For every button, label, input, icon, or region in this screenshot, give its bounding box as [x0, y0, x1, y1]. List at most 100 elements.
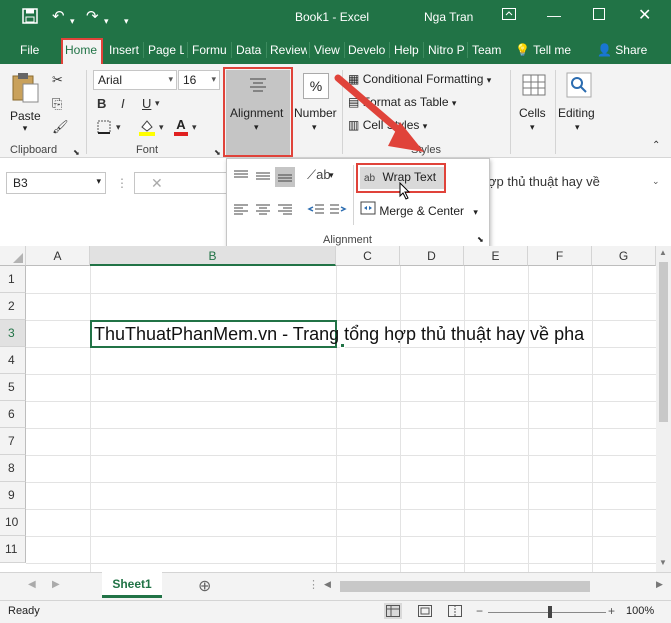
tab-review[interactable]: Review — [270, 43, 307, 57]
middle-align-icon[interactable] — [255, 169, 271, 186]
merge-center-button[interactable]: Merge & Center ▾ — [360, 201, 478, 218]
formula-input[interactable]: ợp thủ thuật hay về — [488, 174, 658, 189]
sheet-prev-icon[interactable]: ◀ — [28, 579, 36, 590]
save-icon[interactable] — [22, 8, 38, 29]
hscroll-left-icon[interactable]: ◀ — [324, 579, 331, 590]
redo-icon[interactable]: ↷ — [86, 8, 99, 26]
tab-developer[interactable]: Develo — [348, 43, 386, 57]
tab-help[interactable]: Help — [394, 43, 420, 57]
font-size-combo[interactable]: 16 ▾ — [178, 70, 220, 90]
row-header-5[interactable]: 5 — [0, 374, 26, 401]
tab-page-layout[interactable]: Page L — [148, 43, 184, 57]
sheet-next-icon[interactable]: ▶ — [52, 579, 60, 590]
align-left-icon[interactable] — [233, 203, 249, 220]
page-break-view-icon[interactable] — [448, 605, 462, 620]
row-header-4[interactable]: 4 — [0, 347, 26, 374]
row-header-6[interactable]: 6 — [0, 401, 26, 428]
undo-dropdown-icon[interactable]: ▾ — [70, 12, 75, 30]
font-color-dropdown-icon[interactable]: ▾ — [192, 122, 197, 133]
align-right-icon[interactable] — [277, 203, 293, 220]
scroll-down-icon[interactable]: ▼ — [659, 558, 667, 567]
undo-icon[interactable]: ↶ — [52, 8, 65, 26]
alignment-launcher-icon[interactable]: ⬊ — [477, 235, 484, 244]
borders-dropdown-icon[interactable]: ▾ — [116, 122, 121, 133]
zoom-level[interactable]: 100% — [626, 605, 654, 617]
vertical-scroll-thumb[interactable] — [659, 262, 668, 422]
minimize-icon[interactable]: — — [547, 7, 561, 23]
maximize-icon[interactable] — [593, 7, 605, 23]
row-header-11[interactable]: 11 — [0, 536, 26, 563]
name-box[interactable]: B3 ▾ — [6, 172, 106, 194]
column-header-a[interactable]: A — [26, 246, 90, 266]
cut-icon[interactable]: ✂ — [52, 72, 63, 88]
zoom-slider-thumb[interactable] — [548, 606, 552, 618]
orientation-dropdown-icon[interactable]: ▾ — [329, 170, 334, 181]
paste-button[interactable]: Paste ▾ — [10, 72, 44, 134]
cancel-icon[interactable]: ✕ — [151, 175, 163, 192]
user-name[interactable]: Nga Tran — [424, 10, 473, 24]
row-header-2[interactable]: 2 — [0, 293, 26, 320]
tell-me-search[interactable]: 💡 Tell me — [515, 43, 571, 57]
tab-view[interactable]: View — [314, 43, 341, 57]
collapse-ribbon-icon[interactable]: ⌃ — [652, 140, 660, 151]
sheet-tab-sheet1[interactable]: Sheet1 — [102, 572, 162, 598]
top-align-icon[interactable] — [233, 169, 249, 186]
vertical-scrollbar[interactable]: ▲ ▼ — [656, 246, 671, 572]
orientation-icon[interactable]: ⟋ab — [307, 167, 331, 183]
select-all-corner[interactable] — [0, 246, 26, 266]
hscroll-right-icon[interactable]: ▶ — [656, 579, 663, 590]
tab-data[interactable]: Data — [236, 43, 263, 57]
font-launcher-icon[interactable]: ⬊ — [214, 148, 221, 157]
tab-nitro[interactable]: Nitro P — [428, 43, 464, 57]
tab-file[interactable]: File — [20, 43, 39, 57]
copy-icon[interactable]: ⎘ — [52, 96, 62, 112]
decrease-indent-icon[interactable] — [307, 203, 325, 220]
customize-toolbar-icon[interactable]: ▾ — [124, 12, 129, 30]
new-sheet-icon[interactable]: ⊕ — [198, 576, 211, 596]
share-button[interactable]: 👤 Share — [597, 43, 647, 57]
expand-formula-icon[interactable]: ⌄ — [652, 176, 660, 187]
worksheet-grid[interactable]: A B C D E F G 1 2 3 4 5 6 7 8 9 10 11 Th… — [0, 246, 656, 572]
row-header-3[interactable]: 3 — [0, 320, 26, 347]
cells-button[interactable]: Cells ▾ — [515, 70, 553, 134]
ribbon-display-options-icon[interactable] — [502, 7, 516, 23]
column-header-b[interactable]: B — [90, 246, 336, 266]
fill-color-dropdown-icon[interactable]: ▾ — [159, 122, 164, 133]
increase-indent-icon[interactable] — [329, 203, 347, 220]
tab-formulas[interactable]: Formu — [192, 43, 227, 57]
close-icon[interactable]: ✕ — [638, 5, 651, 25]
column-header-g[interactable]: G — [592, 246, 656, 266]
column-header-f[interactable]: F — [528, 246, 592, 266]
editing-button[interactable]: Editing ▾ — [558, 70, 600, 134]
tab-insert[interactable]: Insert — [109, 43, 141, 57]
column-header-e[interactable]: E — [464, 246, 528, 266]
column-header-c[interactable]: C — [336, 246, 400, 266]
clipboard-launcher-icon[interactable]: ⬊ — [73, 148, 80, 157]
row-header-1[interactable]: 1 — [0, 266, 26, 293]
row-header-9[interactable]: 9 — [0, 482, 26, 509]
bold-button[interactable]: B — [97, 96, 106, 111]
zoom-out-icon[interactable]: − — [476, 604, 483, 618]
underline-button[interactable]: U — [142, 96, 151, 111]
format-painter-icon[interactable]: 🖌 — [52, 119, 69, 135]
tab-split-icon[interactable]: ⋮ — [308, 578, 319, 591]
redo-dropdown-icon[interactable]: ▾ — [104, 12, 109, 30]
normal-view-icon[interactable] — [384, 603, 402, 619]
align-center-small-icon[interactable] — [255, 203, 271, 220]
row-header-8[interactable]: 8 — [0, 455, 26, 482]
column-header-d[interactable]: D — [400, 246, 464, 266]
underline-dropdown-icon[interactable]: ▾ — [155, 98, 160, 109]
bottom-align-icon[interactable] — [275, 167, 295, 187]
zoom-in-icon[interactable]: + — [608, 604, 615, 618]
font-color-icon[interactable]: A — [174, 117, 188, 136]
italic-button[interactable]: I — [121, 96, 125, 111]
font-name-combo[interactable]: Arial ▾ — [93, 70, 177, 90]
page-layout-view-icon[interactable] — [418, 605, 432, 620]
scroll-up-icon[interactable]: ▲ — [659, 248, 667, 257]
tab-team[interactable]: Team — [472, 43, 504, 57]
horizontal-scroll-thumb[interactable] — [340, 581, 590, 592]
row-header-7[interactable]: 7 — [0, 428, 26, 455]
zoom-slider[interactable] — [488, 612, 606, 613]
fill-color-icon[interactable] — [138, 118, 156, 139]
row-header-10[interactable]: 10 — [0, 509, 26, 536]
